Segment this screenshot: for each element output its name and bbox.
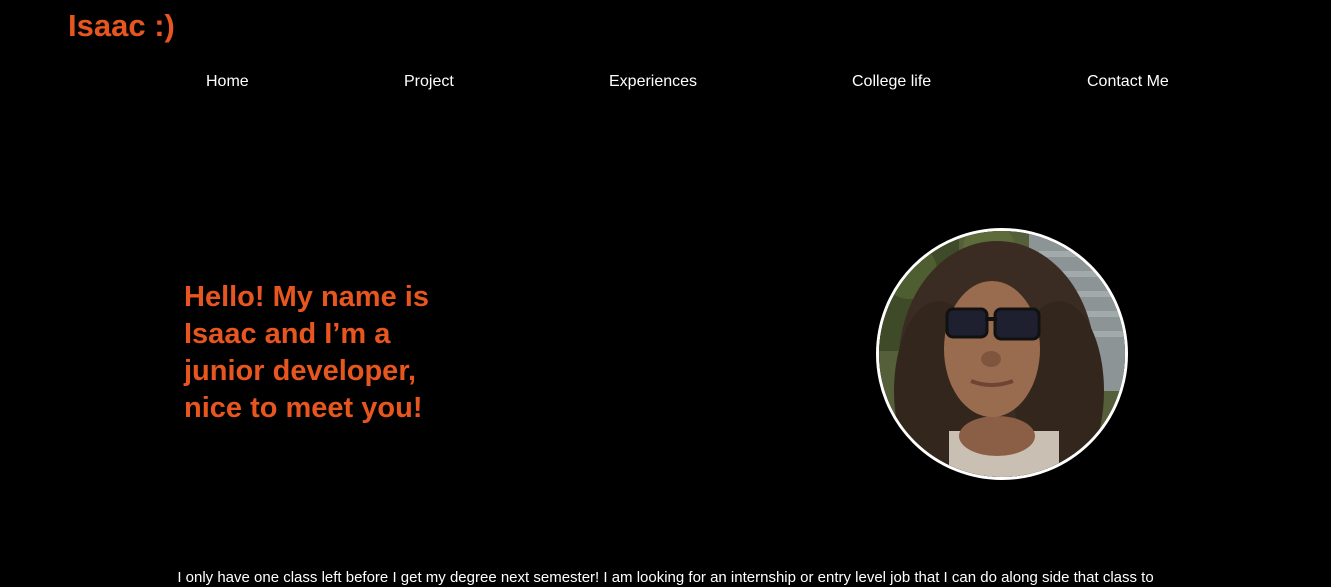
nav-link-contact-me[interactable]: Contact Me [1087, 72, 1169, 91]
hero-heading: Hello! My name is Isaac and I’m a junior… [184, 281, 429, 424]
site-logo[interactable]: Isaac :) [68, 8, 175, 44]
nav-link-experiences[interactable]: Experiences [609, 72, 697, 91]
nav-link-college-life[interactable]: College life [852, 72, 931, 91]
page: Isaac :) Home Project Experiences Colleg… [0, 0, 1331, 587]
nav-link-project[interactable]: Project [404, 72, 454, 91]
nav-link-home[interactable]: Home [206, 72, 249, 91]
profile-photo [876, 228, 1128, 480]
intro-paragraph: I only have one class left before I get … [177, 569, 1154, 586]
